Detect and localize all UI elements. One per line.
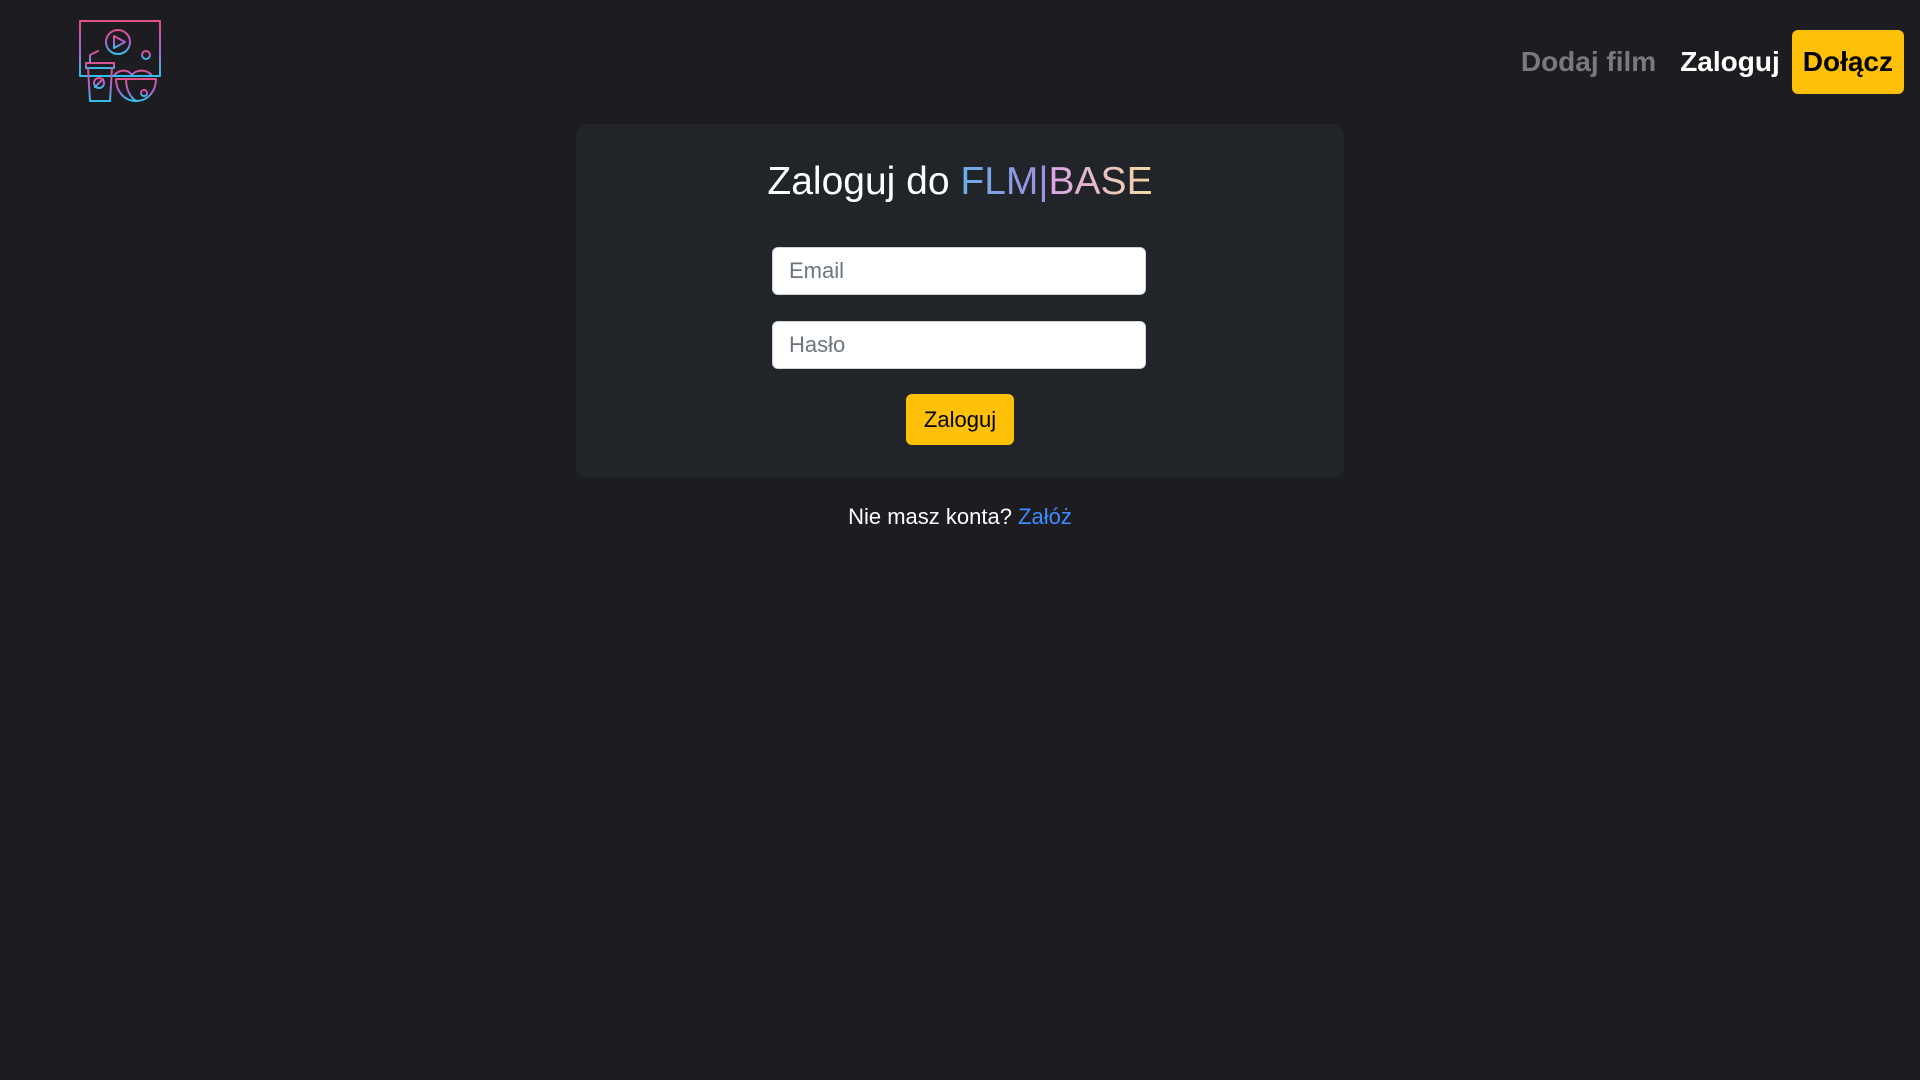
login-submit-button[interactable]: Zaloguj (906, 394, 1014, 445)
navbar: Dodaj film Zaloguj Dołącz (0, 0, 1920, 120)
nav-login-link[interactable]: Zaloguj (1668, 30, 1792, 94)
signup-link[interactable]: Załóż (1018, 504, 1072, 529)
brand-name-part-2: BASE (1048, 160, 1153, 203)
cinema-logo-icon[interactable] (78, 19, 164, 105)
login-title: Zaloguj do FLM|BASE (0, 156, 1920, 208)
password-input[interactable] (772, 321, 1146, 369)
email-input[interactable] (772, 247, 1146, 295)
signup-prompt-text: Nie masz konta? (848, 504, 1012, 529)
nav-links: Dodaj film Zaloguj Dołącz (1509, 30, 1904, 94)
nav-add-film-link[interactable]: Dodaj film (1509, 30, 1668, 94)
brand-name-part-1: FLM| (960, 160, 1049, 203)
login-title-prefix: Zaloguj do (767, 160, 950, 203)
nav-join-button[interactable]: Dołącz (1791, 30, 1904, 94)
signup-prompt: Nie masz konta? Załóż (0, 502, 1920, 532)
